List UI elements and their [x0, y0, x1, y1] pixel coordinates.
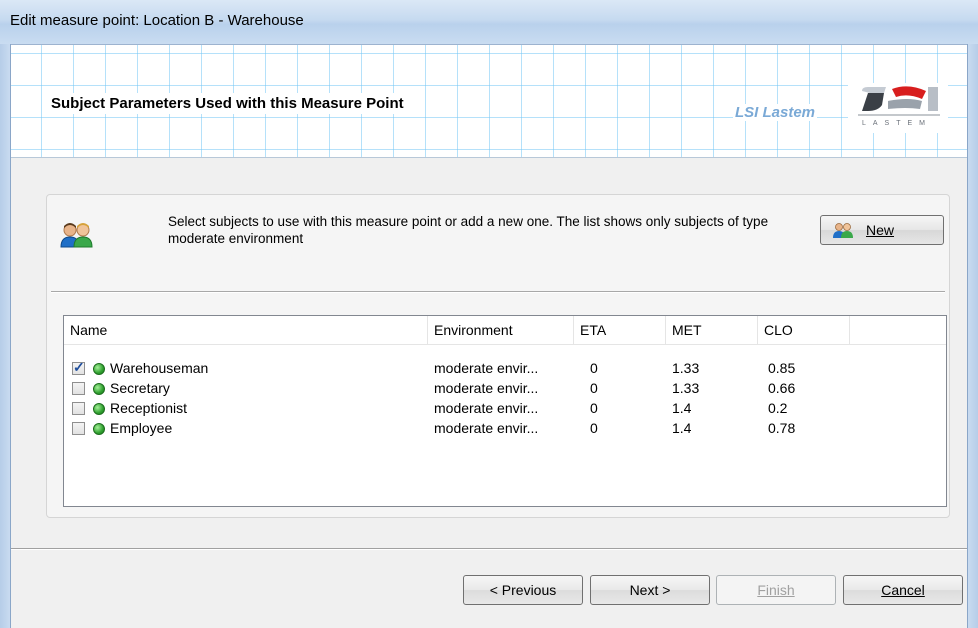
- row-checkbox[interactable]: [72, 382, 85, 395]
- previous-button[interactable]: < Previous: [463, 575, 583, 605]
- svg-text:LASTEM: LASTEM: [862, 120, 932, 127]
- next-button[interactable]: Next >: [590, 575, 710, 605]
- window-frame-left: [0, 44, 11, 628]
- list-header: Name Environment ETA MET CLO: [64, 316, 946, 345]
- cell-eta: 0: [590, 360, 598, 376]
- column-header-eta[interactable]: ETA: [574, 316, 666, 344]
- wizard-header-banner: Subject Parameters Used with this Measur…: [11, 45, 967, 158]
- brand-name: LSI Lastem: [733, 104, 818, 121]
- row-checkbox[interactable]: [72, 359, 85, 376]
- wizard-content: Select subjects to use with this measure…: [11, 158, 967, 538]
- cell-clo: 0.2: [768, 400, 788, 416]
- window-frame-right: [967, 44, 978, 628]
- cell-environment: moderate envir...: [434, 380, 539, 396]
- status-dot-icon: [93, 423, 105, 435]
- window-title: Edit measure point: Location B - Warehou…: [10, 12, 304, 29]
- status-dot-icon: [93, 383, 105, 395]
- lsi-logo-icon: LASTEM: [848, 83, 948, 133]
- cell-environment: moderate envir...: [434, 420, 539, 436]
- cancel-button-label: Cancel: [881, 582, 925, 598]
- column-header-clo[interactable]: CLO: [758, 316, 850, 344]
- cell-clo: 0.78: [768, 420, 796, 436]
- instructions-text: Select subjects to use with this measure…: [168, 214, 769, 246]
- new-subject-button[interactable]: New: [820, 215, 944, 245]
- cell-eta: 0: [590, 420, 598, 436]
- status-dot-icon: [93, 363, 105, 375]
- cell-environment: moderate envir...: [434, 360, 539, 376]
- finish-button-label: Finish: [757, 582, 795, 598]
- cell-environment: moderate envir...: [434, 400, 539, 416]
- table-row[interactable]: Receptionist moderate envir... 0 1.4 0.2: [64, 399, 946, 419]
- cancel-button[interactable]: Cancel: [843, 575, 963, 605]
- cell-met: 1.33: [672, 380, 700, 396]
- cell-name: Secretary: [110, 380, 170, 396]
- cell-name: Employee: [110, 420, 173, 436]
- table-row[interactable]: Warehouseman moderate envir... 0 1.33 0.…: [64, 359, 946, 379]
- table-row[interactable]: Employee moderate envir... 0 1.4 0.78: [64, 419, 946, 439]
- cell-clo: 0.85: [768, 360, 796, 376]
- footer-separator: [11, 548, 967, 550]
- column-header-environment[interactable]: Environment: [428, 316, 574, 344]
- cell-clo: 0.66: [768, 380, 796, 396]
- page-title: Subject Parameters Used with this Measur…: [51, 93, 404, 114]
- cell-eta: 0: [590, 400, 598, 416]
- cell-met: 1.4: [672, 400, 692, 416]
- separator: [51, 291, 945, 293]
- status-dot-icon: [93, 403, 105, 415]
- cell-met: 1.4: [672, 420, 692, 436]
- cell-met: 1.33: [672, 360, 700, 376]
- subjects-groupbox: Select subjects to use with this measure…: [46, 194, 950, 518]
- column-header-name[interactable]: Name: [64, 316, 428, 344]
- subjects-list[interactable]: Name Environment ETA MET CLO Warehousema…: [63, 315, 947, 507]
- row-checkbox[interactable]: [72, 422, 85, 435]
- users-icon: [833, 223, 853, 238]
- cell-name: Warehouseman: [110, 360, 209, 376]
- window-titlebar[interactable]: Edit measure point: Location B - Warehou…: [0, 0, 978, 45]
- table-row[interactable]: Secretary moderate envir... 0 1.33 0.66: [64, 379, 946, 399]
- users-icon: [60, 223, 93, 248]
- finish-button[interactable]: Finish: [716, 575, 836, 605]
- row-checkbox[interactable]: [72, 402, 85, 415]
- new-button-label: New: [866, 222, 895, 238]
- column-header-met[interactable]: MET: [666, 316, 758, 344]
- cell-name: Receptionist: [110, 400, 188, 416]
- cell-eta: 0: [590, 380, 598, 396]
